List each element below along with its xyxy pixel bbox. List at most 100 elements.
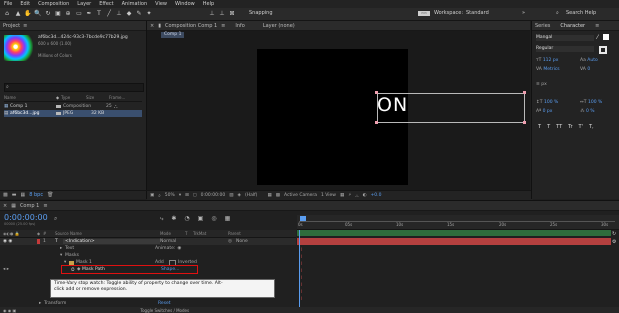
world-axis-icon[interactable]: ⊥ bbox=[218, 10, 226, 17]
reset-link[interactable]: Reset bbox=[158, 301, 171, 306]
character-tab[interactable]: Character bbox=[560, 23, 585, 29]
current-time-display[interactable]: 0:00:00:00 bbox=[4, 213, 48, 222]
close-icon[interactable]: × bbox=[150, 23, 154, 29]
menu-edit[interactable]: Edit bbox=[20, 1, 30, 7]
motion-blur-icon[interactable]: ◔ bbox=[184, 215, 189, 223]
view-axis-icon[interactable]: ⊠ bbox=[228, 10, 236, 17]
layer-mode-select[interactable]: Normal bbox=[160, 239, 185, 244]
mask-color-swatch[interactable] bbox=[69, 260, 74, 265]
layer-parent-select[interactable]: None bbox=[236, 239, 256, 244]
column-size[interactable]: Size bbox=[86, 95, 109, 100]
flowchart-icon[interactable]: ▦ bbox=[225, 215, 231, 223]
timeline-scroll-icons[interactable]: ↻ ⚙ bbox=[612, 230, 616, 246]
panel-menu-icon[interactable]: ≡ bbox=[43, 203, 47, 209]
eyedropper-icon[interactable]: ⁄ bbox=[597, 34, 598, 41]
tracking-field[interactable]: VA 0 bbox=[580, 67, 590, 72]
bounding-box-handle[interactable] bbox=[523, 121, 526, 124]
kerning-field[interactable]: VA Metrics bbox=[536, 67, 560, 72]
transparency-grid-icon[interactable]: ▩ bbox=[276, 193, 280, 198]
horizontal-scale-field[interactable]: ↔T 100 % bbox=[580, 100, 602, 105]
project-row[interactable]: ▦ Comp 1 Composition 25 ⛬ bbox=[4, 103, 142, 110]
menu-animation[interactable]: Animation bbox=[122, 1, 148, 7]
info-tab[interactable]: Info bbox=[235, 23, 244, 29]
vertical-scale-field[interactable]: ↕T 100 % bbox=[536, 100, 558, 105]
column-trkmat[interactable]: TrkMat bbox=[193, 231, 228, 236]
series-tab[interactable]: Series bbox=[535, 23, 550, 29]
draft-3d-icon[interactable]: ▣ bbox=[198, 215, 204, 223]
resolution-dropdown[interactable]: (Half) bbox=[245, 193, 258, 198]
panel-menu-icon[interactable]: ≡ bbox=[221, 23, 225, 29]
menu-effect[interactable]: Effect bbox=[99, 1, 113, 7]
hand-tool-icon[interactable]: ✋ bbox=[24, 10, 32, 17]
comp-1-navigator-tab[interactable]: Comp 1 bbox=[161, 32, 185, 38]
type-tool-icon[interactable]: T bbox=[95, 10, 103, 17]
keyframe-navigator-icon[interactable]: ◂ ▸ bbox=[0, 267, 15, 272]
local-axis-icon[interactable]: ⊥ bbox=[208, 10, 216, 17]
zoom-dropdown[interactable]: 50% bbox=[165, 193, 175, 198]
rectangle-tool-icon[interactable]: ▭ bbox=[75, 10, 83, 17]
column-frame[interactable]: Frame... bbox=[109, 95, 129, 100]
exposure-reset-icon[interactable]: ◐ bbox=[363, 193, 367, 198]
roto-brush-tool-icon[interactable]: ✎ bbox=[135, 10, 143, 17]
layer-label-color[interactable] bbox=[37, 239, 40, 244]
property-row[interactable]: ▸ Transform Reset bbox=[0, 300, 296, 307]
mask-visibility-icon[interactable]: ◻ bbox=[193, 193, 197, 198]
pen-tool-icon[interactable]: ✒ bbox=[85, 10, 93, 17]
all-caps-button[interactable]: TT bbox=[556, 124, 562, 130]
camera-dropdown[interactable]: Active Camera bbox=[284, 193, 317, 198]
fit-icon[interactable]: ▾ bbox=[179, 193, 181, 198]
snapshot-icon[interactable]: ▨ bbox=[229, 193, 233, 198]
workspace-select[interactable]: Standard bbox=[466, 10, 489, 16]
search-help-input[interactable]: Search Help bbox=[566, 10, 596, 16]
column-type[interactable]: Type bbox=[61, 95, 86, 100]
property-row[interactable]: ▾ Masks bbox=[0, 252, 296, 259]
column-name[interactable]: Name bbox=[4, 95, 56, 100]
bounding-box-handle[interactable] bbox=[523, 91, 526, 94]
font-size-field[interactable]: ᴛT 112 px bbox=[536, 58, 558, 63]
property-row[interactable]: ▸ Text Animate: ◉ bbox=[0, 245, 296, 252]
panel-menu-icon[interactable]: ≡ bbox=[595, 23, 599, 29]
eraser-tool-icon[interactable]: ◆ bbox=[125, 10, 133, 17]
column-mode[interactable]: Mode bbox=[160, 231, 185, 236]
flowchart-icon[interactable]: ⛬ bbox=[355, 193, 358, 199]
menu-window[interactable]: Window bbox=[175, 1, 195, 7]
bpc-button[interactable]: 8 bpc bbox=[29, 192, 43, 198]
shy-icon[interactable]: ⤷ bbox=[160, 215, 163, 223]
zoom-tool-icon[interactable]: 🔍 bbox=[34, 10, 42, 17]
graph-editor-icon[interactable]: ◎ bbox=[211, 215, 216, 223]
close-icon[interactable]: × bbox=[3, 203, 7, 209]
tsume-field[interactable]: ⁂ 0 % bbox=[580, 109, 595, 114]
font-style-select[interactable]: Regular bbox=[536, 46, 594, 52]
rotate-tool-icon[interactable]: ↻ bbox=[44, 10, 52, 17]
composition-tab[interactable]: Composition Comp 1 bbox=[165, 23, 217, 29]
project-search-input[interactable]: ⌕ bbox=[4, 83, 144, 92]
small-caps-button[interactable]: Tr bbox=[568, 124, 572, 130]
bounding-box-handle[interactable] bbox=[375, 121, 378, 124]
clone-stamp-tool-icon[interactable]: ⊥ bbox=[115, 10, 123, 17]
column-parent[interactable]: Parent bbox=[228, 231, 258, 236]
layer-visibility-icons[interactable]: ◉ ◉ bbox=[0, 239, 37, 244]
camera-tool-icon[interactable]: ▣ bbox=[54, 10, 62, 17]
layer-row[interactable]: ◉ ◉ 1 T <Indication> Normal ◎ None bbox=[0, 238, 296, 245]
brush-tool-icon[interactable]: ╱ bbox=[105, 10, 113, 17]
column-source-name[interactable]: Source Name bbox=[55, 231, 160, 236]
pan-behind-tool-icon[interactable]: ⊕ bbox=[64, 10, 72, 17]
region-of-interest-icon[interactable]: ▦ bbox=[267, 193, 271, 198]
delete-icon[interactable]: 🗑 bbox=[47, 192, 53, 198]
color-channel-icon[interactable]: ◈ bbox=[237, 193, 240, 198]
project-tab[interactable]: Project bbox=[3, 23, 20, 29]
stroke-color-swatch[interactable] bbox=[599, 46, 607, 54]
menu-help[interactable]: Help bbox=[203, 1, 214, 7]
layer-duration-bar[interactable] bbox=[297, 238, 611, 245]
snapping-label[interactable]: Snapping bbox=[249, 10, 273, 16]
subscript-button[interactable]: T, bbox=[589, 124, 594, 130]
leading-field[interactable]: Aa Auto bbox=[580, 58, 598, 63]
view-layout-dropdown[interactable]: 1 View bbox=[321, 193, 336, 198]
panel-menu-icon[interactable]: ≡ bbox=[23, 23, 27, 29]
parent-pickwhip-icon[interactable]: ◎ bbox=[228, 239, 236, 244]
current-time-indicator[interactable] bbox=[299, 230, 300, 307]
new-composition-icon[interactable]: ▦ bbox=[20, 192, 25, 198]
magnification-icon[interactable]: ⌕ bbox=[158, 193, 161, 199]
fill-color-swatch[interactable] bbox=[603, 34, 609, 40]
timeline-search-icon[interactable]: ⌕ bbox=[54, 215, 57, 223]
